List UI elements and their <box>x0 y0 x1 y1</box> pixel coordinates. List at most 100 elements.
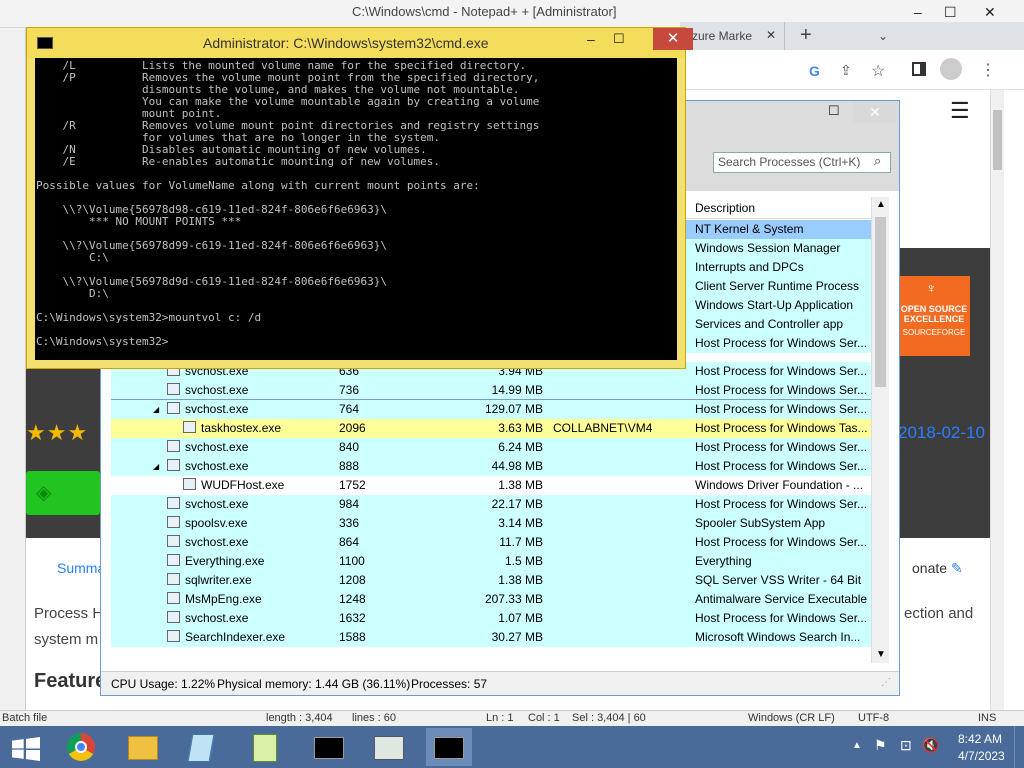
taskbar-process-explorer[interactable] <box>366 728 412 766</box>
page-scroll-thumb[interactable] <box>993 110 1002 170</box>
taskbar-notepadpp[interactable] <box>243 728 289 766</box>
status-ln: Ln : 1 <box>486 712 514 724</box>
process-scroll-thumb[interactable] <box>875 217 886 387</box>
summary-tab[interactable]: Summa <box>57 560 105 576</box>
pe-maximize-icon[interactable]: ☐ <box>828 103 840 119</box>
process-description: NT Kernel & System <box>695 222 804 236</box>
chrome-tab-label: Azure Marke <box>684 29 753 43</box>
process-name: Everything.exe <box>185 554 265 568</box>
cmd-title: Administrator: C:\Windows\system32\cmd.e… <box>203 35 489 51</box>
flag-icon[interactable]: ⚑ <box>874 737 887 754</box>
process-memory: 3.14 MB <box>498 516 543 530</box>
process-row[interactable]: svchost.exe 736 14.99 MB Host Process for W… <box>111 381 871 400</box>
tab-close-icon[interactable]: ✕ <box>766 28 776 42</box>
search-input[interactable]: Search Processes (Ctrl+K) <box>713 152 891 173</box>
process-row[interactable]: svchost.exe 984 22.17 MB Host Process for W… <box>111 495 871 514</box>
process-icon <box>167 554 180 566</box>
sidebar-icon[interactable] <box>912 62 926 76</box>
process-row[interactable]: sqlwriter.exe 1208 1.38 MB SQL Server VSS W… <box>111 571 871 590</box>
process-list-scrollbar[interactable]: ▲ ▼ <box>871 197 889 663</box>
clock-time[interactable]: 8:42 AM <box>958 732 1002 746</box>
process-icon <box>167 497 180 509</box>
process-row[interactable]: taskhostex.exe 2096 3.63 MB COLLABNET\VM4 Ho… <box>111 419 871 438</box>
process-memory: 1.5 MB <box>504 554 543 568</box>
chevron-down-icon[interactable]: ⌄ <box>878 29 888 43</box>
process-description: Host Process for Windows Ser... <box>695 440 868 454</box>
process-name: SearchIndexer.exe <box>185 630 286 644</box>
notepad-status-bar: Batch file length : 3,404 lines : 60 Ln … <box>0 710 1024 726</box>
process-memory: 11.7 MB <box>499 535 543 549</box>
search-icon[interactable]: ⌕ <box>874 153 881 169</box>
description-column-header[interactable]: Description <box>695 201 755 215</box>
clock-date[interactable]: 4/7/2023 <box>958 749 1005 763</box>
tray-chevron-icon[interactable]: ▲ <box>852 740 862 751</box>
process-pid: 1100 <box>339 554 365 568</box>
page-scrollbar[interactable] <box>990 90 1004 710</box>
google-icon[interactable]: G <box>809 63 820 79</box>
edit-icon: ✎ <box>950 560 963 576</box>
process-pid: 2096 <box>339 421 366 435</box>
process-pid: 764 <box>339 402 360 416</box>
cmd-title-bar[interactable]: Administrator: C:\Windows\system32\cmd.e… <box>27 28 685 58</box>
taskbar-cmd-1[interactable] <box>306 728 352 766</box>
status-col: Col : 1 <box>528 712 560 724</box>
process-row[interactable]: ◢ svchost.exe 764 129.07 MB Host Process for… <box>111 399 871 420</box>
scroll-up-icon[interactable]: ▲ <box>876 199 886 210</box>
chrome-toolbar: G ⇪ ☆ ⋮ <box>680 52 1024 90</box>
process-row[interactable]: SearchIndexer.exe 1588 30.27 MB Microsoft W… <box>111 628 871 647</box>
star-icon[interactable]: ☆ <box>871 61 885 81</box>
features-heading: Feature <box>34 670 107 692</box>
start-button[interactable] <box>0 728 46 766</box>
cmd-app-icon <box>37 37 53 49</box>
cmd-close-icon[interactable]: ✕ <box>653 28 693 50</box>
process-row[interactable]: svchost.exe 1632 1.07 MB Host Process for W… <box>111 609 871 628</box>
expand-toggle-icon[interactable]: ◢ <box>153 462 159 471</box>
cmd-minimize-icon[interactable]: – <box>587 31 595 47</box>
menu-dots-icon[interactable]: ⋮ <box>980 60 996 80</box>
download-button[interactable]: ◈ <box>26 471 100 515</box>
process-pid: 840 <box>339 440 360 454</box>
process-description: Host Process for Windows Ser... <box>695 336 868 350</box>
chrome-tab[interactable]: Azure Marke ✕ <box>680 22 785 50</box>
process-row[interactable]: WUDFHost.exe 1752 1.38 MB Windows Driver Fo… <box>111 476 871 495</box>
volume-muted-icon[interactable]: 🔇 <box>922 737 939 754</box>
scroll-down-icon[interactable]: ▼ <box>876 649 886 660</box>
download-icon: ◈ <box>36 482 52 504</box>
profile-icon[interactable] <box>940 58 962 80</box>
process-memory: 1.38 MB <box>498 478 543 492</box>
resize-grip-icon[interactable]: ⋰ <box>881 677 891 688</box>
process-row[interactable]: svchost.exe 864 11.7 MB Host Process for Wi… <box>111 533 871 552</box>
share-icon[interactable]: ⇪ <box>840 62 852 79</box>
process-row[interactable]: Everything.exe 1100 1.5 MB Everything <box>111 552 871 571</box>
process-memory: 44.98 MB <box>491 459 543 473</box>
network-icon[interactable]: ⊡ <box>900 737 912 754</box>
taskbar-file-explorer[interactable] <box>120 728 166 766</box>
rating-stars: ★★★ <box>26 420 89 445</box>
description-text-left-2: system m <box>34 631 99 648</box>
taskbar-cmd-2[interactable] <box>426 728 472 766</box>
maximize-icon[interactable]: ☐ <box>944 4 957 21</box>
close-icon[interactable]: ✕ <box>984 4 996 21</box>
process-description: Interrupts and DPCs <box>695 260 804 274</box>
new-tab-button[interactable]: + <box>800 24 812 47</box>
process-row[interactable]: ◢ svchost.exe 888 44.98 MB Host Process for … <box>111 457 871 476</box>
process-name: taskhostex.exe <box>201 421 282 435</box>
cmd-console-output[interactable]: /L Lists the mounted volume name for the… <box>35 58 677 360</box>
minimize-icon[interactable]: – <box>914 4 922 20</box>
process-row[interactable]: svchost.exe 840 6.24 MB Host Process for Wi… <box>111 438 871 457</box>
hamburger-icon[interactable]: ☰ <box>950 98 970 124</box>
donate-link[interactable]: onate ✎ <box>912 560 963 577</box>
pe-close-icon[interactable]: ✕ <box>853 101 897 123</box>
windows-logo-right-icon <box>26 737 40 761</box>
process-row[interactable]: MsMpEng.exe 1248 207.33 MB Antimalware Serv… <box>111 590 871 609</box>
taskbar-notepad[interactable] <box>178 728 224 766</box>
show-desktop-button[interactable] <box>1014 726 1024 768</box>
expand-toggle-icon[interactable]: ◢ <box>153 405 159 414</box>
process-icon <box>167 402 180 414</box>
cmd-maximize-icon[interactable]: ☐ <box>613 31 625 47</box>
process-row[interactable]: spoolsv.exe 336 3.14 MB Spooler SubSystem A… <box>111 514 871 533</box>
badge-line2: EXCELLENCE <box>903 314 965 324</box>
process-pid: 1632 <box>339 611 366 625</box>
process-description: Windows Driver Foundation - ... <box>695 478 864 492</box>
taskbar-chrome[interactable] <box>58 728 104 766</box>
